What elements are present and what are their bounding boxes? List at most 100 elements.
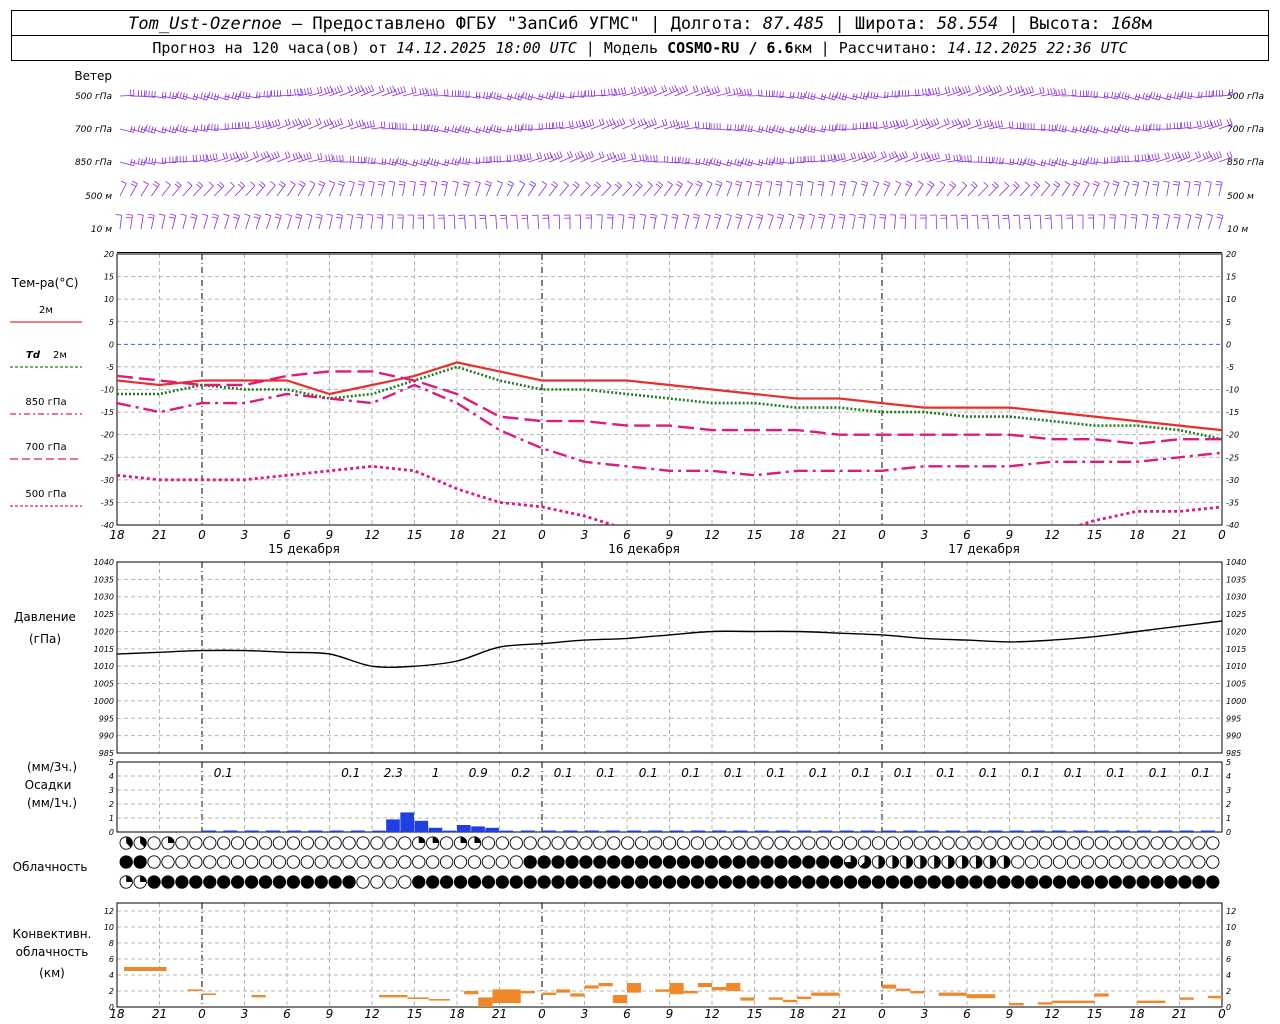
wind-barb-feather xyxy=(604,89,606,96)
wind-barb xyxy=(705,215,711,230)
wind-barb-feather xyxy=(297,118,301,124)
wind-barb-feather xyxy=(713,158,716,165)
wind-barb-feather xyxy=(169,125,172,132)
wind-barb-feather xyxy=(428,124,430,131)
precip-amount: 0.1 xyxy=(1106,766,1125,780)
wind-barb-feather xyxy=(365,87,369,94)
wind-barb-feather xyxy=(755,180,762,183)
wind-barb xyxy=(255,185,266,197)
cloud-cover-symbol xyxy=(203,875,217,889)
wind-barb-feather xyxy=(765,125,769,132)
wind-barb-feather xyxy=(392,85,396,92)
wind-barb-feather xyxy=(523,154,526,161)
wind-barb-feather xyxy=(1153,92,1156,99)
wind-barb xyxy=(622,185,633,197)
wind-barb-feather xyxy=(869,214,876,216)
wind-barb-feather xyxy=(828,180,835,183)
wind-barb xyxy=(611,215,614,230)
wind-barb-feather xyxy=(478,92,481,99)
wind-barb-feather xyxy=(394,122,397,129)
wind-barb xyxy=(997,215,1000,230)
wind-barb-feather xyxy=(309,87,313,94)
precip-amount: 0.1 xyxy=(851,766,870,780)
cloud-cover-symbol xyxy=(398,855,412,869)
wind-barb-feather xyxy=(1012,158,1015,165)
wind-barb-feather xyxy=(959,154,962,161)
wind-barb-feather xyxy=(1064,125,1067,133)
y-tick-right: 1020 xyxy=(1226,627,1246,636)
conv-bar xyxy=(627,983,642,993)
wind-barb xyxy=(1019,185,1030,197)
precip-bar xyxy=(485,827,499,832)
wind-level-left: 850 гПа xyxy=(75,158,112,168)
wind-barb-feather xyxy=(556,91,559,98)
time-axis-top: 18 21 0 3 6 9 12 15 18 21 0 3 6 9 12 15 18 21 0 3 6 9 12 15 18 21… xyxy=(109,528,1226,556)
cloud-cover-symbol xyxy=(272,855,287,869)
wind-barb-feather xyxy=(1201,91,1203,98)
provider: Предоставлено ФГБУ "ЗапСиб УГМС" xyxy=(312,14,640,34)
wind-barb-feather xyxy=(176,124,179,131)
wind-barb-feather xyxy=(998,84,1003,91)
hour-label: 3 xyxy=(241,528,249,542)
hour-label: 0 xyxy=(538,528,546,542)
wind-barb-feather xyxy=(546,152,550,159)
wind-barb-feather xyxy=(215,152,218,159)
cloud-cover-symbol xyxy=(941,875,955,889)
wind-barb-feather xyxy=(861,180,868,184)
wind-barb-feather xyxy=(695,85,699,91)
wind-barb-feather xyxy=(1079,157,1082,164)
precip-trace-bar xyxy=(329,830,344,832)
wind-barb-feather xyxy=(807,92,810,99)
wind-barb xyxy=(1082,183,1090,197)
wind-barb-feather xyxy=(962,120,966,127)
wind-barb-feather xyxy=(839,180,846,183)
wind-barb-feather xyxy=(372,120,375,127)
wind-barb-feather xyxy=(573,92,575,99)
cloud-cover-symbol xyxy=(1136,836,1150,850)
wind-barb-feather xyxy=(935,117,940,124)
cloud-cover-symbol xyxy=(189,875,203,889)
cloud-cover-symbol xyxy=(1094,875,1109,889)
wind-barb-feather xyxy=(803,93,806,100)
wind-barb-feather xyxy=(1090,125,1093,132)
wind-barb-feather xyxy=(807,125,810,132)
cloud-cover-symbol xyxy=(927,836,941,850)
wind-barb-feather xyxy=(922,88,924,95)
precip-amount: 0.9 xyxy=(469,766,488,780)
wind-barb xyxy=(590,185,601,197)
wind-barb-feather xyxy=(274,216,281,219)
cloud-cover-symbol xyxy=(1178,836,1192,850)
wind-barb-feather xyxy=(735,216,742,219)
wind-barb-feather xyxy=(319,180,326,184)
wind-barb-feather xyxy=(993,156,995,163)
wind-barb-feather xyxy=(563,181,569,186)
wind-barb-feather xyxy=(710,157,713,164)
wind-barb-feather xyxy=(588,119,592,126)
cloud-cover-symbol xyxy=(1066,855,1081,869)
wind-barb-feather xyxy=(1074,180,1080,185)
wind-barb-feather xyxy=(368,180,375,183)
cloud-cover-symbol xyxy=(788,836,802,850)
wind-barb xyxy=(360,215,364,230)
wind-barb xyxy=(674,215,679,230)
wind-barb xyxy=(245,185,256,197)
hour-label: 9 xyxy=(1006,528,1014,542)
wind-barb-feather xyxy=(933,119,937,125)
wind-barb-feather xyxy=(905,118,909,125)
wind-barb-feather xyxy=(462,157,465,164)
wind-barb xyxy=(999,90,1013,97)
cloud-cover-symbol xyxy=(551,875,565,889)
wind-barb xyxy=(643,185,653,197)
wind-barb-feather xyxy=(593,183,599,189)
wind-barb xyxy=(328,182,336,197)
wind-barb-feather xyxy=(1187,151,1191,157)
wind-barb-feather xyxy=(1058,124,1061,131)
wind-barb-feather xyxy=(394,88,398,95)
wind-barb-feather xyxy=(697,121,700,128)
wind-barb-feather xyxy=(266,150,270,157)
wind-barb-feather xyxy=(667,180,673,186)
wind-barb-feather xyxy=(872,121,875,128)
wind-barb-feather xyxy=(391,158,394,165)
conv-bar xyxy=(910,991,925,994)
wind-barb-feather xyxy=(1055,157,1059,164)
